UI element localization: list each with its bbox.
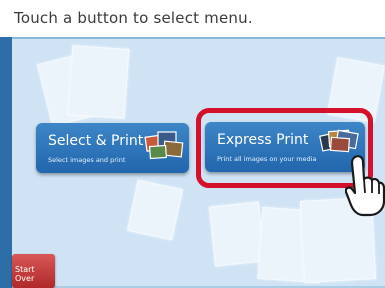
header: Touch a button to select menu. — [0, 0, 385, 37]
photos-stack-icon — [319, 129, 359, 153]
decorative-paper-7 — [127, 179, 183, 241]
pointing-hand-icon — [345, 155, 385, 217]
express-print-subtitle: Print all images on your media — [217, 155, 317, 163]
start-over-button[interactable]: Start Over — [12, 254, 55, 288]
instruction-text: Touch a button to select menu. — [14, 9, 253, 27]
express-print-button[interactable]: Express Print Print all images on your m… — [205, 122, 365, 172]
photos-icon — [144, 131, 184, 160]
start-over-label: Start Over — [15, 265, 35, 283]
express-print-title: Express Print — [217, 132, 309, 148]
decorative-paper-4 — [209, 201, 265, 267]
select-and-print-subtitle: Select images and print — [48, 156, 126, 164]
left-edge-bar — [0, 37, 12, 288]
select-and-print-title: Select & Print — [48, 133, 144, 149]
select-and-print-button[interactable]: Select & Print Select images and print — [36, 123, 189, 173]
decorative-paper-2 — [67, 45, 130, 119]
